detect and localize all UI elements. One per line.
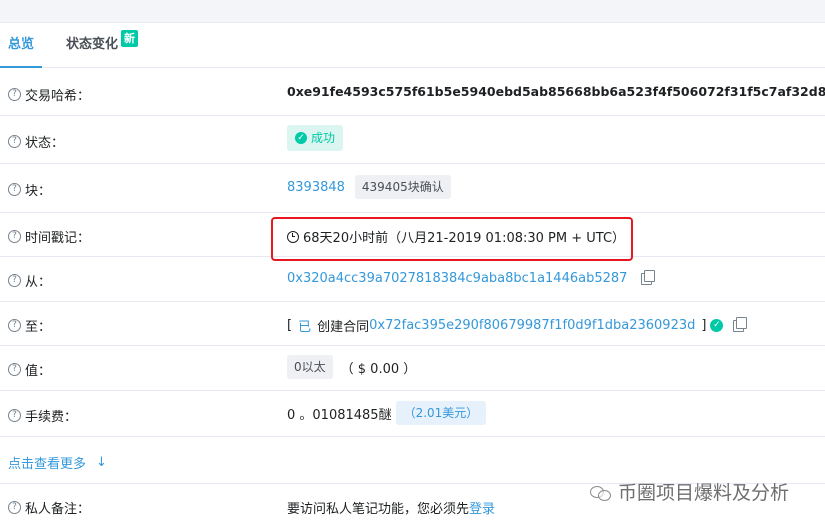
help-icon[interactable]: ? xyxy=(8,183,21,196)
value-value: 0以太 （ $ 0.00 ） xyxy=(287,355,416,379)
from-label: ? 从： xyxy=(8,271,51,290)
status-value: ✓ 成功 xyxy=(287,125,344,151)
timestamp-label-text: 时间戳记： xyxy=(25,231,91,246)
contract-address-link[interactable]: 0x72fac395e290f80679987f1f0d9f1dba236092… xyxy=(369,318,695,333)
note-label: ? 私人备注： xyxy=(8,498,90,517)
help-icon[interactable]: ? xyxy=(8,501,21,514)
watermark: 币圈项目爆料及分析 xyxy=(590,478,789,505)
fee-label: ? 手续费： xyxy=(8,406,77,425)
from-value: 0x320a4cc39a7027818384c9aba8bc1a1446ab52… xyxy=(287,269,656,286)
tab-overview[interactable]: 总览 xyxy=(0,23,43,68)
status-badge: ✓ 成功 xyxy=(287,125,344,151)
note-value: 要访问私人笔记功能，您必须先 登录 xyxy=(287,498,495,517)
note-text: 要访问私人笔记功能，您必须先 xyxy=(287,502,470,517)
fee-amount: 0 。01081485醚 xyxy=(287,407,392,423)
help-icon[interactable]: ? xyxy=(8,230,21,243)
tab-overview-label: 总览 xyxy=(8,37,35,52)
block-number-link[interactable]: 8393848 xyxy=(287,180,345,195)
to-value: [ 已 创建合同 0x72fac395e290f80679987f1f0d9f1… xyxy=(287,316,748,335)
status-label-text: 状态： xyxy=(25,136,65,151)
block-label: ? 块： xyxy=(8,180,51,199)
status-label: ? 状态： xyxy=(8,132,64,151)
status-badge-text: 成功 xyxy=(311,131,336,145)
from-address-link[interactable]: 0x320a4cc39a7027818384c9aba8bc1a1446ab52… xyxy=(287,271,627,286)
contract-created-icon: 已 xyxy=(298,320,312,335)
check-circle-icon: ✓ xyxy=(295,132,307,144)
tx-hash-text: 0xe91fe4593c575f61b5e5940ebd5ab85668bb6a… xyxy=(287,84,825,99)
watermark-text: 币圈项目爆料及分析 xyxy=(618,482,790,504)
help-icon[interactable]: ? xyxy=(8,135,21,148)
verified-check-icon: ✓ xyxy=(710,319,724,332)
tx-hash-label: ? 交易哈希： xyxy=(8,85,90,104)
row-value: ? 值： 0以太 （ $ 0.00 ） xyxy=(0,346,825,391)
value-usd: （ $ 0.00 ） xyxy=(340,361,417,377)
from-label-text: 从： xyxy=(25,275,52,290)
block-value: 8393848 439405块确认 xyxy=(287,175,451,199)
value-label: ? 值： xyxy=(8,360,51,379)
tx-hash-value: 0xe91fe4593c575f61b5e5940ebd5ab85668bb6a… xyxy=(287,84,825,99)
top-strip xyxy=(0,0,825,23)
fee-label-text: 手续费： xyxy=(25,410,78,425)
copy-icon[interactable] xyxy=(641,269,656,285)
help-icon[interactable]: ? xyxy=(8,409,21,422)
note-label-text: 私人备注： xyxy=(25,502,91,517)
row-block: ? 块： 8393848 439405块确认 xyxy=(0,164,825,213)
to-label-text: 至： xyxy=(25,320,52,335)
confirmations-badge: 439405块确认 xyxy=(354,175,451,199)
contract-creation-text: 创建合同 xyxy=(317,320,370,335)
row-to: ? 至： [ 已 创建合同 0x72fac395e290f80679987f1f… xyxy=(0,302,825,346)
bracket-close: ] xyxy=(701,318,707,333)
row-status: ? 状态： ✓ 成功 xyxy=(0,116,825,164)
help-icon[interactable]: ? xyxy=(8,319,21,332)
tx-hash-label-text: 交易哈希： xyxy=(25,89,91,104)
help-icon[interactable]: ? xyxy=(8,363,21,376)
help-icon[interactable]: ? xyxy=(8,88,21,101)
highlight-box xyxy=(271,217,633,261)
bracket-open: [ xyxy=(287,318,293,333)
fee-value: 0 。01081485醚 （2.01美元） xyxy=(287,401,487,425)
copy-icon[interactable] xyxy=(733,316,748,332)
block-label-text: 块： xyxy=(25,184,52,199)
help-icon[interactable]: ? xyxy=(8,274,21,287)
timestamp-label: ? 时间戳记： xyxy=(8,227,90,246)
value-label-text: 值： xyxy=(25,364,52,379)
show-more-link[interactable]: 点击查看更多 ↓ xyxy=(8,453,107,472)
tab-state-change-label: 状态变化 xyxy=(66,37,119,52)
wechat-icon xyxy=(590,484,612,501)
login-link[interactable]: 登录 xyxy=(469,498,495,517)
row-tx-hash: ? 交易哈希： 0xe91fe4593c575f61b5e5940ebd5ab8… xyxy=(0,68,825,116)
arrow-down-icon: ↓ xyxy=(96,455,107,470)
new-badge: 新 xyxy=(121,30,138,47)
row-from: ? 从： 0x320a4cc39a7027818384c9aba8bc1a144… xyxy=(0,257,825,302)
tab-state-change[interactable]: 状态变化 xyxy=(66,23,118,67)
show-more-label: 点击查看更多 xyxy=(8,457,87,472)
row-fee: ? 手续费： 0 。01081485醚 （2.01美元） xyxy=(0,391,825,437)
value-amount-badge: 0以太 xyxy=(287,355,333,379)
to-label: ? 至： xyxy=(8,316,51,335)
fee-usd-badge: （2.01美元） xyxy=(395,401,487,425)
